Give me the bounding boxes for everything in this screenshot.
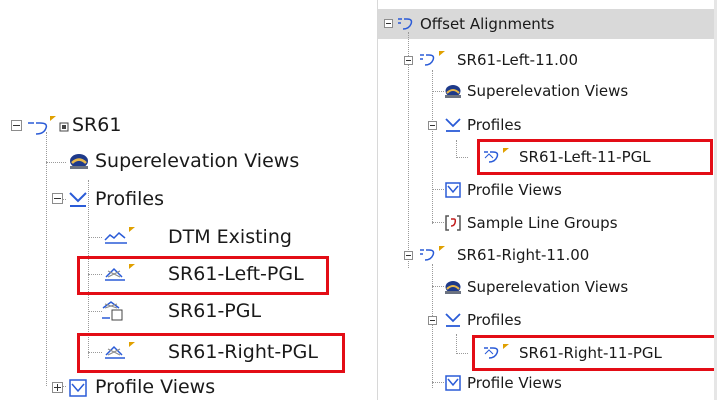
superelevation-view-icon bbox=[445, 281, 461, 294]
collapse-toggle[interactable] bbox=[52, 193, 63, 204]
node-label: SR61-PGL bbox=[168, 300, 262, 322]
tree-node-sr61-pgl[interactable]: SR61-PGL bbox=[0, 298, 375, 324]
node-label: Profile Views bbox=[467, 374, 562, 392]
profiles-icon bbox=[445, 118, 461, 132]
surface-profile-icon bbox=[104, 227, 135, 244]
superelevation-view-icon bbox=[445, 85, 461, 98]
profiles-icon bbox=[69, 192, 87, 207]
profiles-icon bbox=[445, 313, 461, 327]
right-tree-panel: Offset Alignments SR61-Left-11.00 Supere… bbox=[377, 0, 717, 400]
highlight-box bbox=[477, 139, 713, 175]
highlight-box bbox=[77, 333, 345, 373]
sample-line-groups-icon bbox=[445, 215, 461, 231]
collapse-toggle[interactable] bbox=[404, 56, 413, 65]
alignment-icon bbox=[28, 116, 56, 135]
profile-icon bbox=[102, 301, 123, 321]
node-label: Profile Views bbox=[95, 376, 216, 398]
highlight-box bbox=[77, 256, 329, 295]
tree-node-profiles[interactable]: Profiles bbox=[378, 310, 717, 330]
tree-node-sample-line-groups[interactable]: Sample Line Groups bbox=[378, 213, 717, 233]
node-label: SR61-Right-11.00 bbox=[457, 246, 590, 264]
node-label: Profiles bbox=[467, 311, 522, 329]
node-label: Profile Views bbox=[467, 181, 562, 199]
tree-node-superelevation-views[interactable]: Superelevation Views bbox=[378, 277, 717, 297]
header-label: Offset Alignments bbox=[420, 15, 555, 33]
profile-views-icon bbox=[445, 182, 461, 198]
root-label: SR61 bbox=[72, 114, 122, 136]
expand-toggle[interactable] bbox=[52, 382, 63, 393]
tree-node-profiles[interactable]: Profiles bbox=[0, 186, 375, 212]
tree-node-superelevation-views[interactable]: Superelevation Views bbox=[378, 81, 717, 101]
node-label: SR61-Left-11.00 bbox=[457, 51, 579, 69]
tree-node-superelevation-views[interactable]: Superelevation Views bbox=[0, 148, 375, 174]
offset-alignment-icon bbox=[420, 51, 445, 66]
offset-alignment-icon bbox=[420, 246, 445, 261]
collapse-toggle[interactable] bbox=[428, 121, 437, 130]
tree-node-profiles[interactable]: Profiles bbox=[378, 115, 717, 135]
profile-views-icon bbox=[69, 379, 87, 397]
node-label: DTM Existing bbox=[168, 226, 292, 248]
collapse-toggle[interactable] bbox=[428, 316, 437, 325]
collapse-toggle[interactable] bbox=[11, 120, 22, 131]
tree-node-profile-views[interactable]: Profile Views bbox=[378, 373, 717, 393]
tree-node-dtm-existing[interactable]: DTM Existing bbox=[0, 224, 375, 250]
tree-node-profile-views[interactable]: Profile Views bbox=[378, 180, 717, 200]
highlight-box bbox=[472, 335, 717, 371]
node-label: Superelevation Views bbox=[95, 150, 300, 172]
left-tree-panel: SR61 Superelevation Views Profiles DTM E… bbox=[0, 0, 375, 400]
node-label: Profiles bbox=[467, 116, 522, 134]
node-label: Superelevation Views bbox=[467, 278, 629, 296]
tree-node-profile-views[interactable]: Profile Views bbox=[0, 374, 375, 400]
collapse-toggle[interactable] bbox=[384, 19, 393, 28]
node-label: Sample Line Groups bbox=[467, 214, 618, 232]
offset-alignments-icon bbox=[398, 18, 413, 30]
node-label: Superelevation Views bbox=[467, 82, 629, 100]
profile-views-icon bbox=[445, 375, 461, 391]
tree-node-sr61-right-11[interactable]: SR61-Right-11.00 bbox=[378, 245, 717, 265]
lock-icon bbox=[59, 122, 69, 132]
tree-node-sr61[interactable]: SR61 bbox=[0, 112, 375, 138]
tree-node-offset-alignments[interactable]: Offset Alignments bbox=[378, 14, 717, 34]
node-label: Profiles bbox=[95, 188, 164, 210]
collapse-toggle[interactable] bbox=[404, 251, 413, 260]
superelevation-view-icon bbox=[70, 154, 88, 169]
tree-node-sr61-left-11[interactable]: SR61-Left-11.00 bbox=[378, 50, 717, 70]
